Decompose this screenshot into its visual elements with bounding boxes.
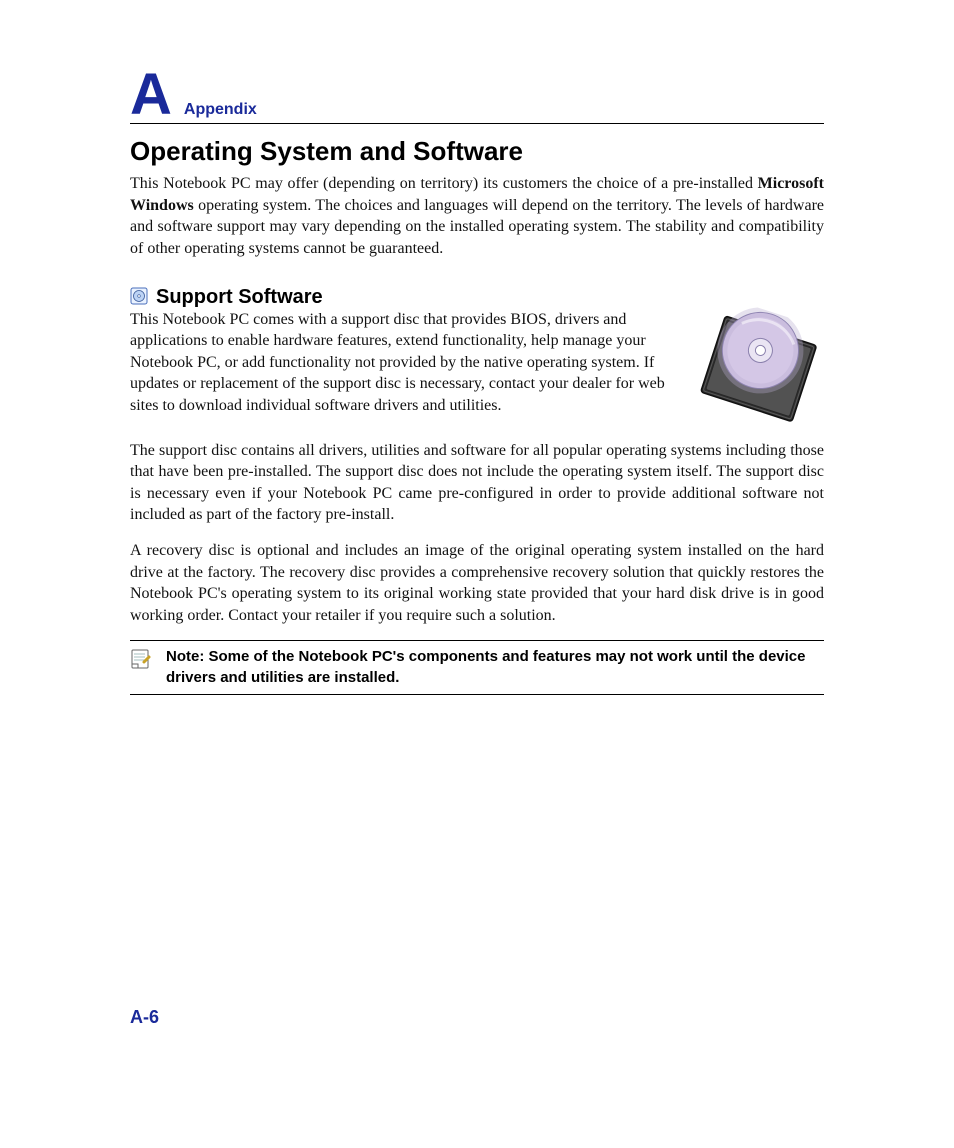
- support-paragraph-2: The support disc contains all drivers, u…: [130, 440, 824, 526]
- note-icon: [130, 648, 152, 675]
- support-paragraph-3: A recovery disc is optional and includes…: [130, 540, 824, 626]
- support-heading: Support Software: [156, 286, 323, 309]
- section-header: A Appendix: [130, 70, 824, 124]
- document-page: A Appendix Operating System and Software…: [0, 0, 954, 1148]
- intro-text-post: operating system. The choices and langua…: [130, 197, 824, 257]
- note-block: Note: Some of the Notebook PC's componen…: [130, 640, 824, 695]
- appendix-letter: A: [130, 70, 172, 119]
- appendix-label: Appendix: [184, 101, 257, 119]
- intro-text-pre: This Notebook PC may offer (depending on…: [130, 175, 758, 192]
- page-number: A-6: [130, 1007, 159, 1028]
- intro-paragraph: This Notebook PC may offer (depending on…: [130, 173, 824, 259]
- cd-case-illustration: [694, 311, 824, 436]
- disc-icon: [130, 287, 148, 310]
- page-title: Operating System and Software: [130, 136, 824, 167]
- note-text: Note: Some of the Notebook PC's componen…: [166, 647, 824, 688]
